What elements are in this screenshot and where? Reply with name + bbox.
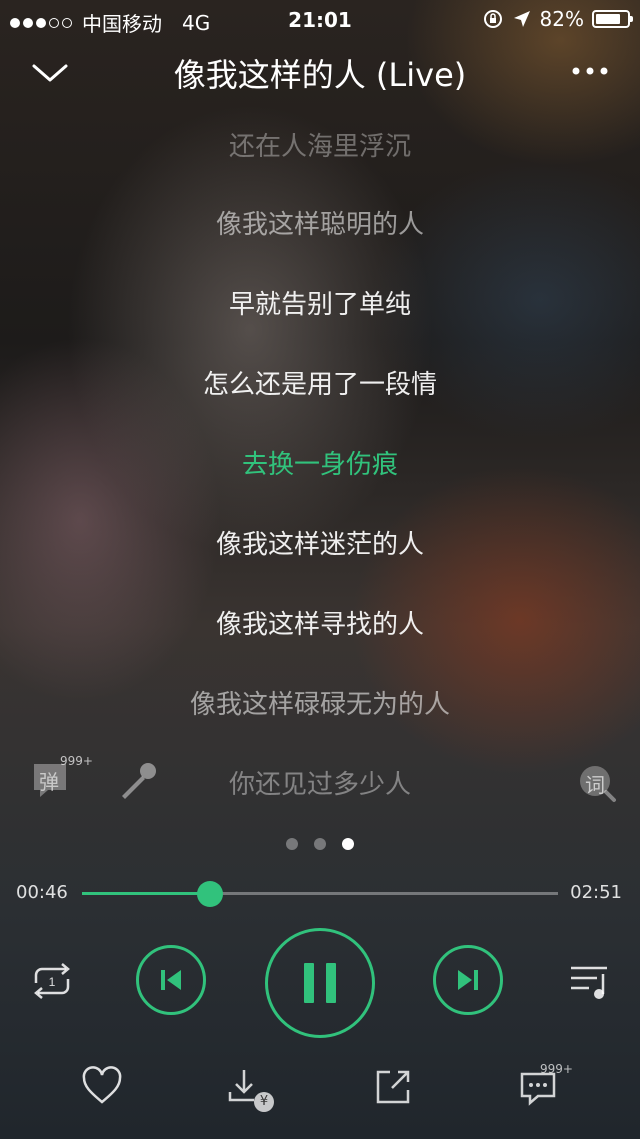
seek-track[interactable] bbox=[82, 881, 558, 907]
skip-next-icon bbox=[458, 970, 478, 990]
playlist-button[interactable] bbox=[566, 959, 614, 1003]
danmu-label: 弹 bbox=[39, 770, 59, 794]
status-right: 82% bbox=[482, 7, 633, 31]
lyric-line: 你还见过多少人 bbox=[228, 770, 411, 800]
battery-percent: 82% bbox=[539, 7, 584, 31]
repeat-one-button[interactable]: 1 bbox=[26, 955, 78, 1007]
page-dot-active[interactable] bbox=[342, 838, 354, 850]
page-dot[interactable] bbox=[314, 838, 326, 850]
page-indicator bbox=[0, 838, 640, 850]
skip-previous-icon bbox=[161, 970, 181, 990]
danmu-badge: 999+ bbox=[60, 754, 93, 768]
lyric-button-label: 词 bbox=[585, 773, 605, 797]
battery-icon bbox=[592, 10, 633, 28]
playback-controls: 1 bbox=[0, 925, 640, 1040]
danmu-button[interactable]: 弹 999+ bbox=[30, 754, 93, 804]
lyric-line: 还在人海里浮沉 bbox=[228, 132, 411, 162]
lyric-settings-button[interactable]: 词 bbox=[576, 762, 618, 804]
progress-bar: 00:46 02:51 bbox=[0, 876, 640, 910]
share-icon bbox=[376, 1070, 410, 1104]
player-header: 像我这样的人 (Live) bbox=[0, 44, 640, 100]
pause-icon bbox=[304, 963, 336, 1003]
collapse-button[interactable] bbox=[28, 54, 72, 90]
comment-count-badge: 999+ bbox=[540, 1062, 573, 1076]
next-button[interactable] bbox=[433, 945, 503, 1015]
share-button[interactable] bbox=[374, 1068, 414, 1108]
lyric-line: 怎么还是用了一段情 bbox=[202, 370, 437, 400]
heart-icon bbox=[82, 1066, 122, 1104]
chevron-down-icon bbox=[32, 64, 68, 82]
lyrics-panel[interactable]: 还在人海里浮沉 像我这样聪明的人 早就告别了单纯 怎么还是用了一段情 去换一身伤… bbox=[0, 100, 640, 820]
playlist-icon bbox=[571, 966, 607, 999]
seek-handle[interactable] bbox=[197, 881, 224, 907]
pause-button[interactable] bbox=[265, 928, 375, 1038]
repeat-one-icon: 1 bbox=[34, 963, 70, 999]
bottom-actions: ¥ 999+ bbox=[0, 1060, 640, 1120]
seek-played bbox=[82, 892, 211, 895]
download-button[interactable]: ¥ bbox=[226, 1066, 276, 1116]
page-dot[interactable] bbox=[286, 838, 298, 850]
previous-button[interactable] bbox=[136, 945, 206, 1015]
current-time: 00:46 bbox=[16, 882, 68, 903]
more-dots-icon bbox=[572, 67, 608, 75]
rotation-lock-icon bbox=[483, 10, 502, 28]
location-arrow-icon bbox=[513, 11, 530, 27]
paid-download-badge: ¥ bbox=[254, 1092, 274, 1112]
status-bar: 中国移动 4G 21:01 82% bbox=[0, 0, 640, 38]
microphone-icon bbox=[122, 763, 156, 799]
lyric-line-active: 去换一身伤痕 bbox=[241, 450, 398, 480]
total-time: 02:51 bbox=[570, 882, 622, 903]
favorite-button[interactable] bbox=[80, 1066, 124, 1106]
lyric-line: 像我这样聪明的人 bbox=[215, 210, 424, 240]
svg-text:1: 1 bbox=[49, 975, 56, 989]
comments-button[interactable]: 999+ bbox=[518, 1062, 578, 1114]
more-button[interactable] bbox=[568, 58, 612, 84]
lyric-line: 像我这样寻找的人 bbox=[215, 610, 424, 640]
song-title: 像我这样的人 (Live) bbox=[173, 56, 467, 94]
lyric-line: 早就告别了单纯 bbox=[228, 290, 411, 320]
lyric-line: 像我这样碌碌无为的人 bbox=[189, 690, 450, 720]
lyric-line: 像我这样迷茫的人 bbox=[215, 530, 424, 560]
karaoke-button[interactable] bbox=[118, 760, 160, 802]
